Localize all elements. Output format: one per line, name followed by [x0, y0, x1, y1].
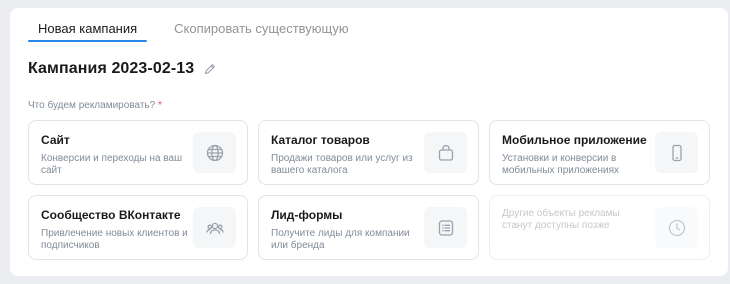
card-icon-box — [193, 132, 236, 173]
required-mark: * — [157, 100, 162, 111]
card-icon-box — [424, 132, 467, 173]
objective-card-mobile-app[interactable]: Мобильное приложение Установки и конверс… — [489, 120, 710, 185]
title-row: Кампания 2023-02-13 — [28, 60, 216, 78]
globe-icon — [206, 144, 223, 161]
objective-card-coming-soon: Другие объекты рекламы станут доступны п… — [489, 195, 710, 260]
tab-copy-existing[interactable]: Скопировать существующую — [164, 22, 358, 42]
tabs: Новая кампания Скопировать существующую — [28, 22, 359, 42]
card-description: Продажи товаров или услуг из вашего ката… — [271, 153, 413, 176]
objective-card-site[interactable]: Сайт Конверсии и переходы на ваш сайт — [28, 120, 248, 185]
users-icon — [205, 222, 224, 234]
card-icon-box — [655, 207, 698, 248]
card-description: Конверсии и переходы на ваш сайт — [41, 153, 183, 176]
pencil-icon[interactable] — [203, 63, 216, 76]
objective-grid: Сайт Конверсии и переходы на ваш сайт Ка… — [28, 120, 710, 260]
card-icon-box — [424, 207, 467, 248]
objective-card-lead-forms[interactable]: Лид-формы Получите лиды для компании или… — [258, 195, 479, 260]
card-description: Другие объекты рекламы станут доступны п… — [502, 208, 620, 231]
objective-card-catalog[interactable]: Каталог товаров Продажи товаров или услу… — [258, 120, 479, 185]
card-description: Установки и конверсии в мобильных прилож… — [502, 153, 620, 176]
objective-question-label: Что будем рекламировать? — [28, 100, 156, 111]
objective-card-vk-community[interactable]: Сообщество ВКонтакте Привлечение новых к… — [28, 195, 248, 260]
shopping-bag-icon — [438, 144, 453, 161]
objective-question: Что будем рекламировать? * — [28, 100, 162, 111]
clock-icon — [668, 219, 685, 236]
smartphone-icon — [671, 144, 682, 161]
tab-new-campaign[interactable]: Новая кампания — [28, 22, 148, 42]
card-icon-box — [655, 132, 698, 173]
campaign-panel: Новая кампания Скопировать существующую … — [10, 8, 728, 276]
list-form-icon — [438, 219, 453, 236]
card-description: Привлечение новых клиентов и подписчиков — [41, 228, 188, 251]
card-description: Получите лиды для компании или бренда — [271, 228, 410, 251]
card-icon-box — [193, 207, 236, 248]
campaign-title: Кампания 2023-02-13 — [28, 60, 195, 77]
